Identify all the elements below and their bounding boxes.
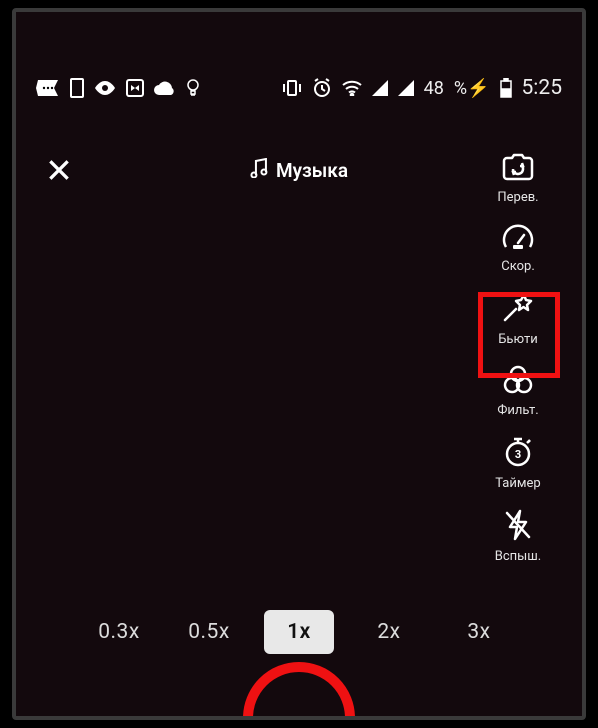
magic-wand-icon <box>501 292 535 328</box>
timer-button[interactable]: 3 Таймер <box>484 436 552 491</box>
speed-0-5x[interactable]: 0.5x <box>174 610 244 654</box>
flip-camera-label: Перев. <box>497 190 538 205</box>
music-note-icon <box>250 158 268 183</box>
status-bar: 48 %⚡ 5:25 <box>36 74 562 102</box>
sync-icon <box>126 79 144 97</box>
timer-label: Таймер <box>495 476 540 491</box>
more-notif-icon <box>36 80 60 96</box>
filters-label: Фильт. <box>497 403 538 418</box>
phone-frame: 48 %⚡ 5:25 Музыка <box>12 8 586 720</box>
speed-button[interactable]: Скор. <box>484 223 552 274</box>
flip-camera-button[interactable]: Перев. <box>484 152 552 205</box>
speed-1x[interactable]: 1x <box>264 610 334 654</box>
speed-selector: 0.3x 0.5x 1x 2x 3x <box>16 610 582 654</box>
bulb-icon <box>186 78 200 98</box>
flash-off-icon <box>504 509 532 545</box>
battery-icon <box>500 78 512 98</box>
app-close-button[interactable] <box>46 157 72 183</box>
eye-icon <box>94 81 116 95</box>
flash-label: Вспыш. <box>495 549 541 564</box>
flash-button[interactable]: Вспыш. <box>484 509 552 564</box>
speed-0-3x[interactable]: 0.3x <box>84 610 154 654</box>
beauty-button[interactable]: Бьюти <box>484 292 552 347</box>
svg-text:3: 3 <box>515 448 521 461</box>
camera-tools-panel: Перев. Скор. Бьюти <box>484 152 552 564</box>
filters-icon <box>502 365 534 399</box>
add-sound-button[interactable]: Музыка <box>250 158 348 183</box>
alarm-icon <box>312 78 332 98</box>
timer-icon: 3 <box>502 436 534 472</box>
speed-2x[interactable]: 2x <box>354 610 424 654</box>
device-icon <box>70 78 84 98</box>
charging-icon: %⚡ <box>454 78 490 99</box>
add-sound-label: Музыка <box>276 159 348 182</box>
speedometer-icon <box>502 223 534 255</box>
beauty-label: Бьюти <box>498 332 538 347</box>
signal1-icon <box>372 80 388 96</box>
wifi-icon <box>342 80 362 96</box>
vibrate-icon <box>282 79 302 97</box>
speed-3x[interactable]: 3x <box>444 610 514 654</box>
signal2-icon <box>398 80 414 96</box>
flip-camera-icon <box>501 152 535 186</box>
record-button[interactable] <box>243 662 355 720</box>
cloud-icon <box>154 81 176 95</box>
battery-percent: 48 <box>424 78 444 99</box>
speed-label: Скор. <box>501 259 535 274</box>
filters-button[interactable]: Фильт. <box>484 365 552 418</box>
clock-time: 5:25 <box>522 76 563 100</box>
